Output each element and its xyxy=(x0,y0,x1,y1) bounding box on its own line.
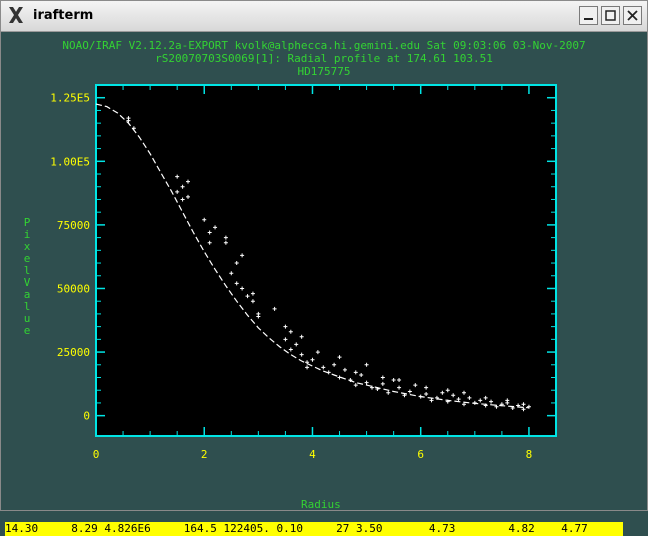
y-tick-label: 50000 xyxy=(57,282,90,295)
title-bar[interactable]: irafterm xyxy=(1,1,647,32)
x-axis-label: Radius xyxy=(301,498,341,511)
maximize-button[interactable] xyxy=(601,6,620,25)
x-logo-icon xyxy=(9,7,23,23)
y-tick-label: 75000 xyxy=(57,219,90,232)
x-tick-label: 0 xyxy=(93,448,100,461)
status-line: 14.30 8.29 4.826E6 164.5 122405. 0.10 27… xyxy=(5,522,623,536)
y-axis-label: Pixel Value xyxy=(23,216,37,337)
y-tick-label: 0 xyxy=(83,410,90,423)
x-tick-label: 2 xyxy=(201,448,208,461)
maximize-icon xyxy=(605,10,616,21)
y-tick-label: 1.25E5 xyxy=(50,92,90,105)
radial-profile-chart: 0 2 4 6 8 0 25000 50000 75000 1.00E5 1.25E5 xyxy=(50,84,557,461)
graphics-terminal[interactable]: NOAO/IRAF V2.12.2a-EXPORT kvolk@alphecca… xyxy=(1,32,647,536)
x-tick-label: 6 xyxy=(417,448,424,461)
irafterm-window: irafterm NOAO/IRAF V2.12.2a-EXPORT kvolk… xyxy=(0,0,648,536)
y-tick-label: 1.00E5 xyxy=(50,155,90,168)
x-tick-label: 4 xyxy=(309,448,316,461)
minimize-button[interactable] xyxy=(579,6,598,25)
plot-frame xyxy=(95,84,557,437)
y-tick-label: 25000 xyxy=(57,346,90,359)
window-title: irafterm xyxy=(33,8,94,23)
close-button[interactable] xyxy=(623,6,642,25)
x-tick-label: 8 xyxy=(526,448,533,461)
minimize-icon xyxy=(584,18,593,20)
close-icon xyxy=(627,10,638,21)
